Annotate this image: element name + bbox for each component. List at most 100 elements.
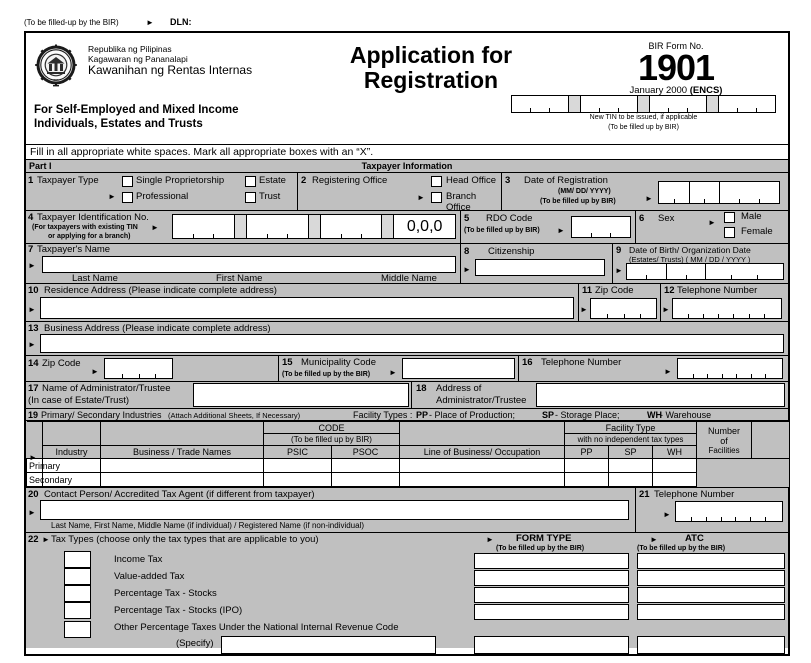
other-percentage-taxes-specify-input[interactable] [221, 636, 436, 654]
rdo-code-cell[interactable] [572, 217, 630, 237]
form-type-input-1[interactable] [474, 553, 629, 569]
cell-primary-line-of-business[interactable] [330, 458, 401, 473]
cell-primary-psoc[interactable] [263, 458, 332, 473]
form-type-sub: (To be filled up by the BIR) [496, 545, 585, 552]
cell-secondary-psic[interactable] [100, 472, 264, 487]
item-8-label: Citizenship [488, 246, 535, 257]
cell-secondary-pp[interactable] [399, 472, 566, 487]
atc-input-2[interactable] [637, 570, 785, 586]
field-business-address: 13 Business Address (Please indicate com… [26, 322, 788, 355]
contact-telephone-input[interactable] [675, 501, 783, 522]
cell-secondary-num-facilities[interactable] [652, 472, 698, 487]
citizenship-input[interactable] [475, 259, 605, 276]
rdo-code-input[interactable] [571, 216, 631, 238]
item-15-number: 15 [282, 357, 293, 368]
administrator-address-input[interactable] [536, 383, 785, 407]
contact-person-input[interactable] [40, 500, 629, 520]
tin-input[interactable]: 0,0,0 [172, 214, 456, 239]
atc-header: ATC [685, 533, 704, 544]
date-dd-cell[interactable] [690, 182, 720, 203]
industries-table: CODE Facility Type Number of Facilities … [26, 421, 789, 487]
date-of-birth-input[interactable] [626, 263, 784, 280]
residence-zip-cell[interactable] [591, 299, 656, 318]
new-tin-cell[interactable] [650, 96, 707, 112]
checkbox-branch-office[interactable] [431, 192, 442, 203]
business-zip-input[interactable] [104, 358, 173, 379]
item-14-arrow-icon: ► [91, 367, 99, 376]
residence-telephone-input[interactable] [672, 298, 782, 319]
cell-secondary-line-of-business[interactable] [330, 472, 401, 487]
cell-secondary-psoc[interactable] [263, 472, 332, 487]
item-1-arrow-icon: ► [108, 192, 116, 201]
label-income-tax: Income Tax [114, 554, 163, 565]
municipality-code-input[interactable] [402, 358, 515, 379]
atc-input-5[interactable] [637, 636, 785, 654]
checkbox-percentage-tax-stocks-ipo[interactable] [64, 602, 91, 619]
item-19-sub: (Attach Additional Sheets, If Necessary) [168, 411, 301, 420]
checkbox-percentage-tax-stocks[interactable] [64, 585, 91, 602]
tin-group-1[interactable] [173, 215, 235, 238]
th-trade-spacer [100, 421, 264, 446]
item-3-label: Date of Registration [524, 175, 608, 186]
administrator-name-input[interactable] [193, 383, 409, 407]
dob-dd-cell[interactable] [667, 264, 706, 279]
form-type-input-3[interactable] [474, 587, 629, 603]
residence-telephone-cell[interactable] [673, 299, 781, 318]
checkbox-female[interactable] [724, 227, 735, 238]
atc-input-3[interactable] [637, 587, 785, 603]
cell-primary-pp[interactable] [399, 458, 566, 473]
contact-telephone-cell[interactable] [676, 502, 782, 521]
checkbox-estate[interactable] [245, 176, 256, 187]
atc-input-1[interactable] [637, 553, 785, 569]
cell-primary-num-facilities[interactable] [652, 458, 698, 473]
residence-zip-input[interactable] [590, 298, 657, 319]
business-zip-cell[interactable] [105, 359, 172, 378]
business-telephone-cell[interactable] [678, 359, 782, 378]
dob-yyyy-cell[interactable] [706, 264, 783, 279]
business-telephone-input[interactable] [677, 358, 783, 379]
item-14-number: 14 [28, 358, 39, 369]
new-tin-cell[interactable] [719, 96, 775, 112]
date-yyyy-cell[interactable] [720, 182, 779, 203]
checkbox-male[interactable] [724, 212, 735, 223]
item-22-label: Tax Types (choose only the tax types tha… [51, 534, 319, 545]
cell-secondary-sp[interactable] [564, 472, 610, 487]
checkbox-other-percentage-taxes[interactable] [64, 621, 91, 638]
cell-primary-sp[interactable] [564, 458, 610, 473]
tin-branch-code[interactable]: 0,0,0 [394, 215, 455, 238]
row-tin: 4 Taxpayer Identification No. (For taxpa… [26, 211, 788, 244]
new-tin-cell[interactable] [581, 96, 638, 112]
checkbox-trust[interactable] [245, 192, 256, 203]
new-tin-cell[interactable] [512, 96, 569, 112]
checkbox-professional[interactable] [122, 192, 133, 203]
form-type-input-4[interactable] [474, 604, 629, 620]
th-numfac-line-1: Number [708, 425, 741, 436]
dob-mm-cell[interactable] [627, 264, 667, 279]
tin-group-2[interactable] [247, 215, 309, 238]
cell-primary-psic[interactable] [100, 458, 264, 473]
facility-type-pp-name: - Place of Production; [429, 410, 516, 420]
checkbox-single-proprietorship[interactable] [122, 176, 133, 187]
dln-strip: (To be filled-up by the BIR) ► DLN: [24, 17, 794, 32]
new-tin-input[interactable] [511, 95, 776, 113]
checkbox-head-office[interactable] [431, 176, 442, 187]
form-type-input-5[interactable] [474, 636, 629, 654]
row-taxpayer-type: 1 Taxpayer Type ► Single Proprietorship … [26, 173, 788, 213]
new-tin-note-2: (To be filled up by BIR) [608, 123, 679, 131]
date-mm-cell[interactable] [659, 182, 690, 203]
new-tin-separator [707, 96, 719, 112]
cell-primary-wh[interactable] [608, 458, 654, 473]
taxpayer-name-input[interactable] [42, 256, 456, 273]
tin-group-3[interactable] [321, 215, 383, 238]
atc-input-4[interactable] [637, 604, 785, 620]
residence-address-input[interactable] [40, 297, 574, 319]
field-taxpayer-type: 1 Taxpayer Type ► Single Proprietorship … [26, 173, 298, 210]
cell-secondary-wh[interactable] [608, 472, 654, 487]
form-type-input-2[interactable] [474, 570, 629, 586]
date-of-registration-input[interactable] [658, 181, 780, 204]
row-administrator: 17 Name of Administrator/Trustee (In cas… [26, 382, 788, 409]
checkbox-value-added-tax[interactable] [64, 568, 91, 585]
checkbox-income-tax[interactable] [64, 551, 91, 568]
business-address-input[interactable] [40, 334, 784, 353]
part-section-title: Taxpayer Information [361, 161, 453, 171]
